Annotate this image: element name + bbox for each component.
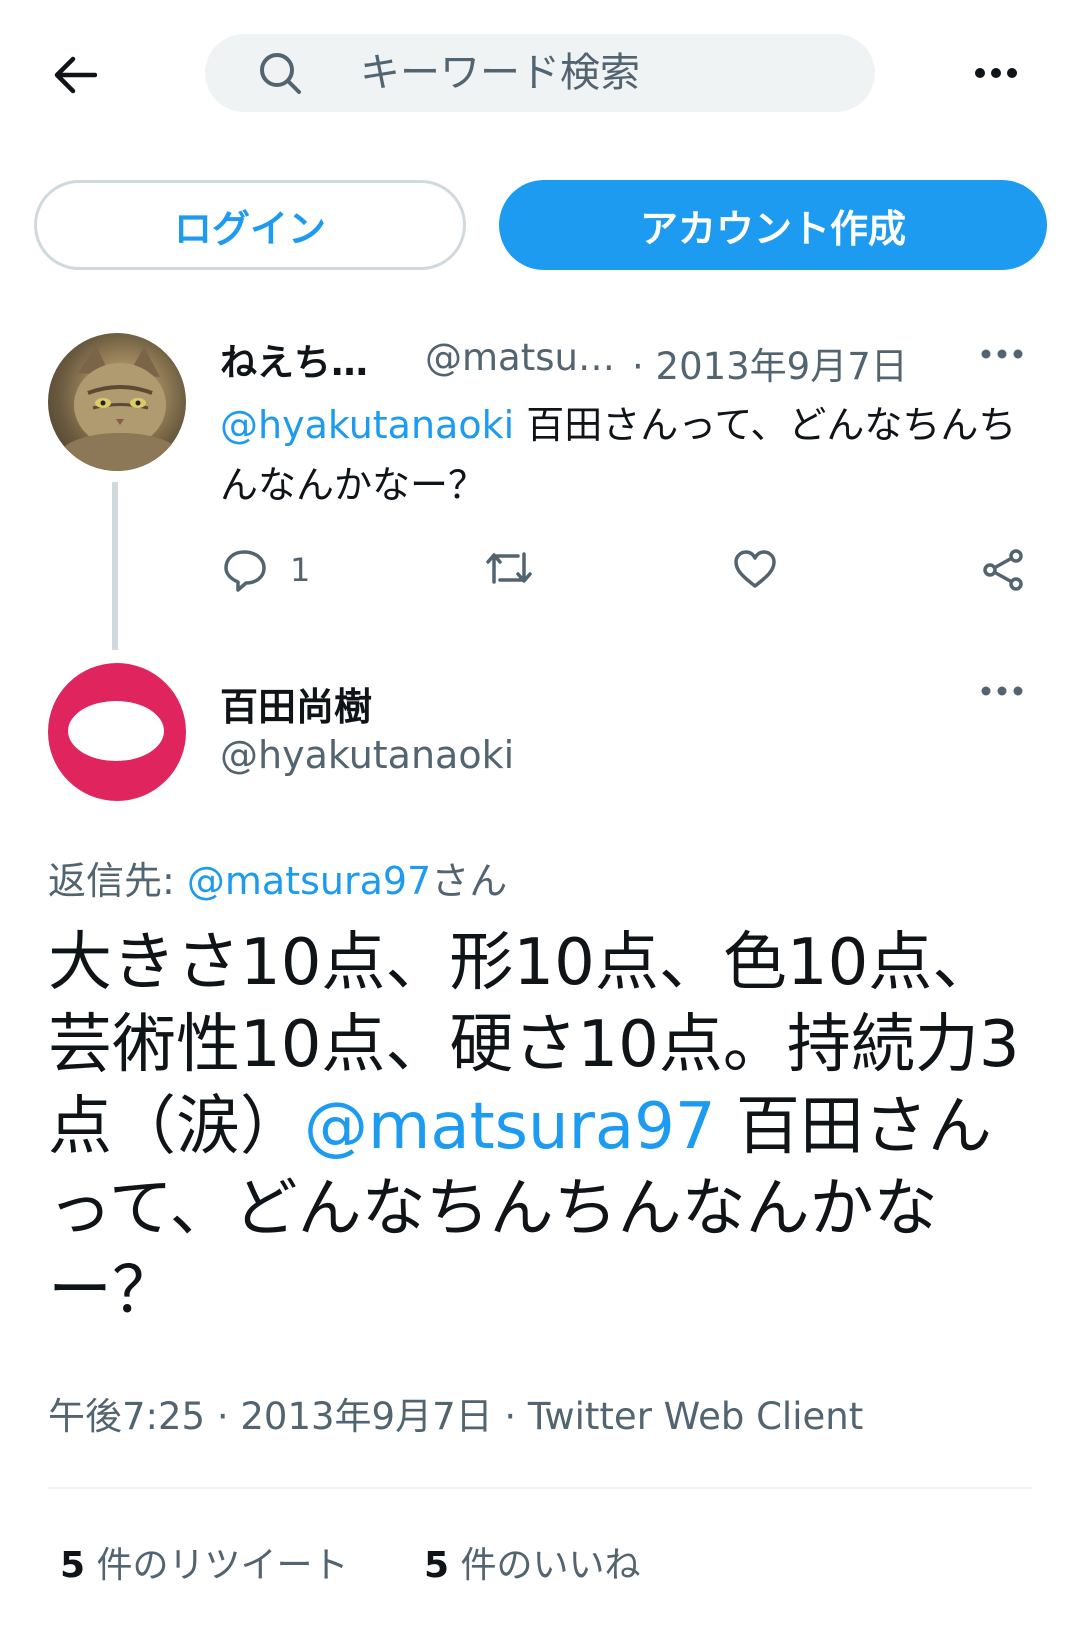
parent-tweet-text: @hyakutanaoki 百田さんって、どんなちんちんなんかなー？ [220, 395, 1030, 515]
reply-icon [224, 550, 266, 592]
main-tweet-text: 大きさ10点、形10点、色10点、芸術性10点、硬さ10点。持続力3点（涙）@m… [48, 922, 1048, 1332]
parent-tweet-more-button[interactable] [980, 345, 1030, 375]
more-horizontal-icon [975, 68, 1017, 78]
retweet-stat[interactable]: 5 件のリツイート [60, 1536, 349, 1588]
main-tweet-handle[interactable]: @hyakutanaoki [220, 733, 514, 777]
back-button[interactable] [40, 40, 110, 110]
avatar[interactable] [48, 663, 186, 801]
parent-tweet-mention[interactable]: @hyakutanaoki [220, 403, 514, 447]
cat-photo-icon [60, 345, 180, 471]
tweet-meta: 午後7:25 · 2013年9月7日 · Twitter Web Client [48, 1395, 864, 1438]
parent-tweet-date[interactable]: · 2013年9月7日 [632, 336, 908, 390]
more-menu-button[interactable] [960, 48, 1032, 98]
parent-tweet-name[interactable]: ねえち… [220, 332, 368, 386]
like-count: 5 [424, 1545, 450, 1586]
main-tweet-more-button[interactable] [980, 682, 1030, 712]
main-tweet-mention[interactable]: @matsura97 [304, 1090, 716, 1164]
retweet-icon [486, 552, 532, 584]
like-label: 件のいいね [449, 1545, 641, 1586]
reply-to-suffix: さん [431, 859, 508, 903]
retweet-count: 5 [60, 1545, 86, 1586]
main-tweet-name[interactable]: 百田尚樹 [220, 676, 372, 731]
divider [48, 1487, 1032, 1489]
reply-to-prefix: 返信先: [48, 859, 187, 903]
thread-connector [112, 482, 118, 650]
retweet-button[interactable] [484, 548, 534, 588]
search-bar[interactable] [205, 34, 875, 112]
signup-button[interactable]: アカウント作成 [499, 180, 1047, 270]
share-button[interactable] [980, 548, 1026, 592]
search-icon [260, 53, 301, 94]
parent-tweet-handle[interactable]: @matsu… [425, 336, 615, 379]
share-icon [983, 549, 1023, 591]
more-horizontal-icon [981, 349, 1023, 359]
more-horizontal-icon [981, 686, 1023, 696]
avatar-shape [68, 701, 164, 761]
search-input[interactable] [360, 34, 840, 112]
like-icon [734, 550, 776, 588]
avatar[interactable] [48, 333, 186, 471]
reply-count: 1 [290, 551, 311, 589]
reply-to-line: 返信先: @matsura97さん [48, 850, 507, 905]
retweet-label: 件のリツイート [85, 1545, 349, 1586]
reply-to-mention[interactable]: @matsura97 [187, 859, 431, 903]
like-button[interactable] [732, 548, 778, 590]
back-arrow-icon [54, 56, 97, 94]
like-stat[interactable]: 5 件のいいね [424, 1536, 641, 1588]
reply-button[interactable]: 1 [222, 548, 310, 592]
login-button[interactable]: ログイン [34, 180, 466, 270]
